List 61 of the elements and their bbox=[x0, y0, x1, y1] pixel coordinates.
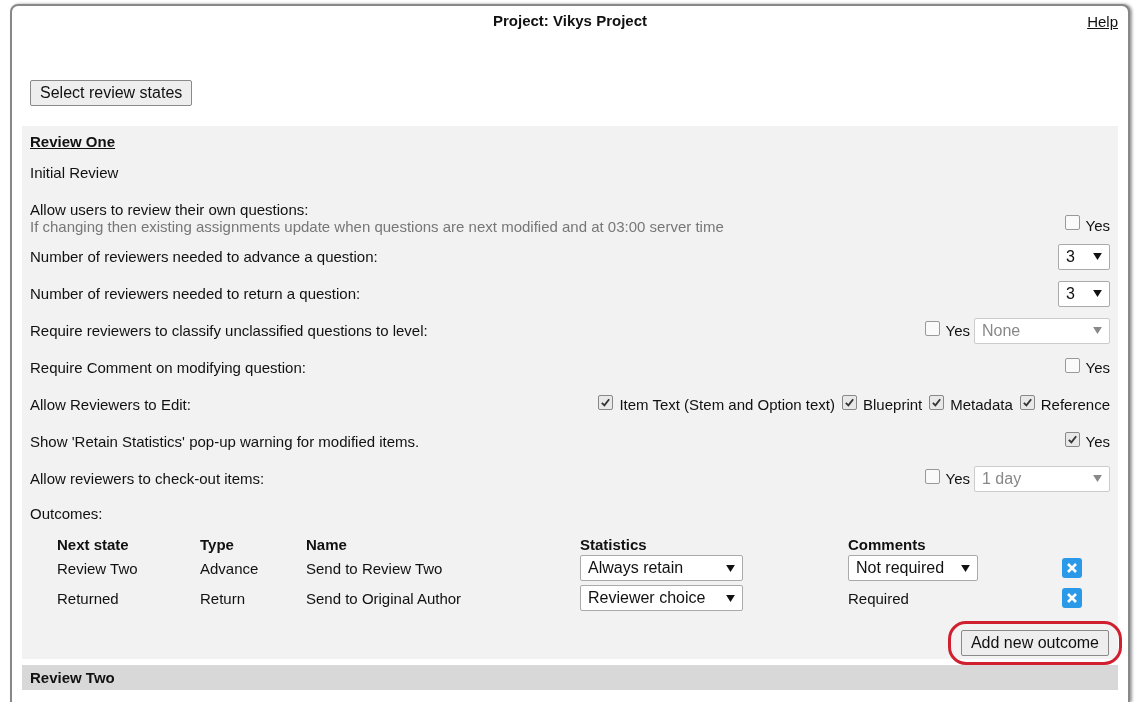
review-description: Initial Review bbox=[30, 163, 120, 183]
setting-note: If changing then existing assignments update when questions are next modified and at 03:00 server time bbox=[30, 218, 724, 235]
checkbox[interactable] bbox=[924, 468, 940, 484]
help-link[interactable]: Help bbox=[1087, 13, 1118, 30]
dropdown[interactable]: Not required bbox=[848, 555, 978, 581]
caret-icon bbox=[1093, 475, 1102, 482]
checkbox[interactable] bbox=[1064, 357, 1080, 373]
add-new-outcome-button[interactable]: Add new outcome bbox=[960, 630, 1109, 656]
setting-label: Allow Reviewers to Edit: bbox=[30, 396, 191, 413]
select-review-states-button[interactable]: Select review states bbox=[30, 80, 193, 106]
column-header: Next state bbox=[57, 536, 130, 553]
caret-icon bbox=[1093, 290, 1102, 297]
checkbox-label: Yes bbox=[1085, 216, 1110, 234]
checkbox[interactable] bbox=[929, 394, 945, 410]
setting-label: Require Comment on modifying question: bbox=[30, 359, 306, 376]
outcomes-label: Outcomes: bbox=[30, 504, 104, 524]
table-cell-text: Send to Original Author bbox=[306, 589, 463, 607]
checkbox[interactable] bbox=[1064, 215, 1080, 230]
checkbox-label: Item Text (Stem and Option text) bbox=[619, 396, 836, 413]
caret-icon bbox=[1093, 327, 1102, 334]
checkbox-label: Yes bbox=[1085, 433, 1110, 450]
checkbox[interactable] bbox=[842, 394, 858, 410]
checkbox[interactable] bbox=[1064, 431, 1080, 447]
column-header: Statistics bbox=[580, 536, 648, 553]
caret-icon bbox=[726, 564, 735, 572]
column-header: Name bbox=[306, 536, 348, 553]
review-heading: Review One bbox=[30, 132, 117, 152]
table-cell-text: Returned bbox=[57, 589, 120, 607]
checkbox-label: Blueprint bbox=[863, 396, 923, 413]
checkbox-label: Reference bbox=[1040, 396, 1110, 413]
checkbox-label: Yes bbox=[1085, 359, 1110, 376]
caret-icon bbox=[726, 594, 735, 602]
table-cell-text: Advance bbox=[200, 559, 260, 577]
setting-label: Number of reviewers needed to advance a question: bbox=[30, 248, 378, 265]
dropdown[interactable]: Always retain bbox=[580, 555, 743, 581]
checkbox[interactable] bbox=[1019, 394, 1035, 410]
table-cell-text: Review Two bbox=[57, 559, 139, 577]
table-cell-text: Return bbox=[200, 589, 247, 607]
checkbox-label: Yes bbox=[945, 322, 970, 339]
table-cell: Required bbox=[848, 589, 909, 607]
setting-label: Show 'Retain Statistics' pop-up warning for modified items. bbox=[30, 433, 420, 450]
dropdown[interactable]: 3 bbox=[1058, 243, 1110, 270]
project-title: Project: Vikys Project bbox=[493, 12, 647, 31]
dropdown[interactable]: 3 bbox=[1058, 280, 1110, 307]
setting-label: Allow reviewers to check-out items: bbox=[30, 470, 265, 487]
checkbox[interactable] bbox=[924, 320, 940, 336]
caret-icon bbox=[961, 564, 970, 572]
review-heading: Review Two bbox=[30, 669, 115, 686]
delete-icon[interactable] bbox=[1062, 588, 1082, 608]
delete-icon[interactable] bbox=[1062, 558, 1082, 578]
caret-icon bbox=[1093, 253, 1102, 260]
checkbox-label: Metadata bbox=[950, 396, 1013, 413]
checkbox[interactable] bbox=[598, 394, 614, 410]
dropdown[interactable]: Reviewer choice bbox=[580, 585, 743, 611]
setting-label: Allow users to review their own questions: bbox=[30, 201, 310, 218]
column-header: Comments bbox=[848, 536, 927, 553]
setting-label: Number of reviewers needed to return a question: bbox=[30, 285, 361, 302]
setting-label: Require reviewers to classify unclassified questions to level: bbox=[30, 322, 428, 339]
checkbox-label: Yes bbox=[945, 470, 970, 487]
column-header: Type bbox=[200, 536, 235, 553]
table-cell-text: Send to Review Two bbox=[306, 559, 444, 577]
